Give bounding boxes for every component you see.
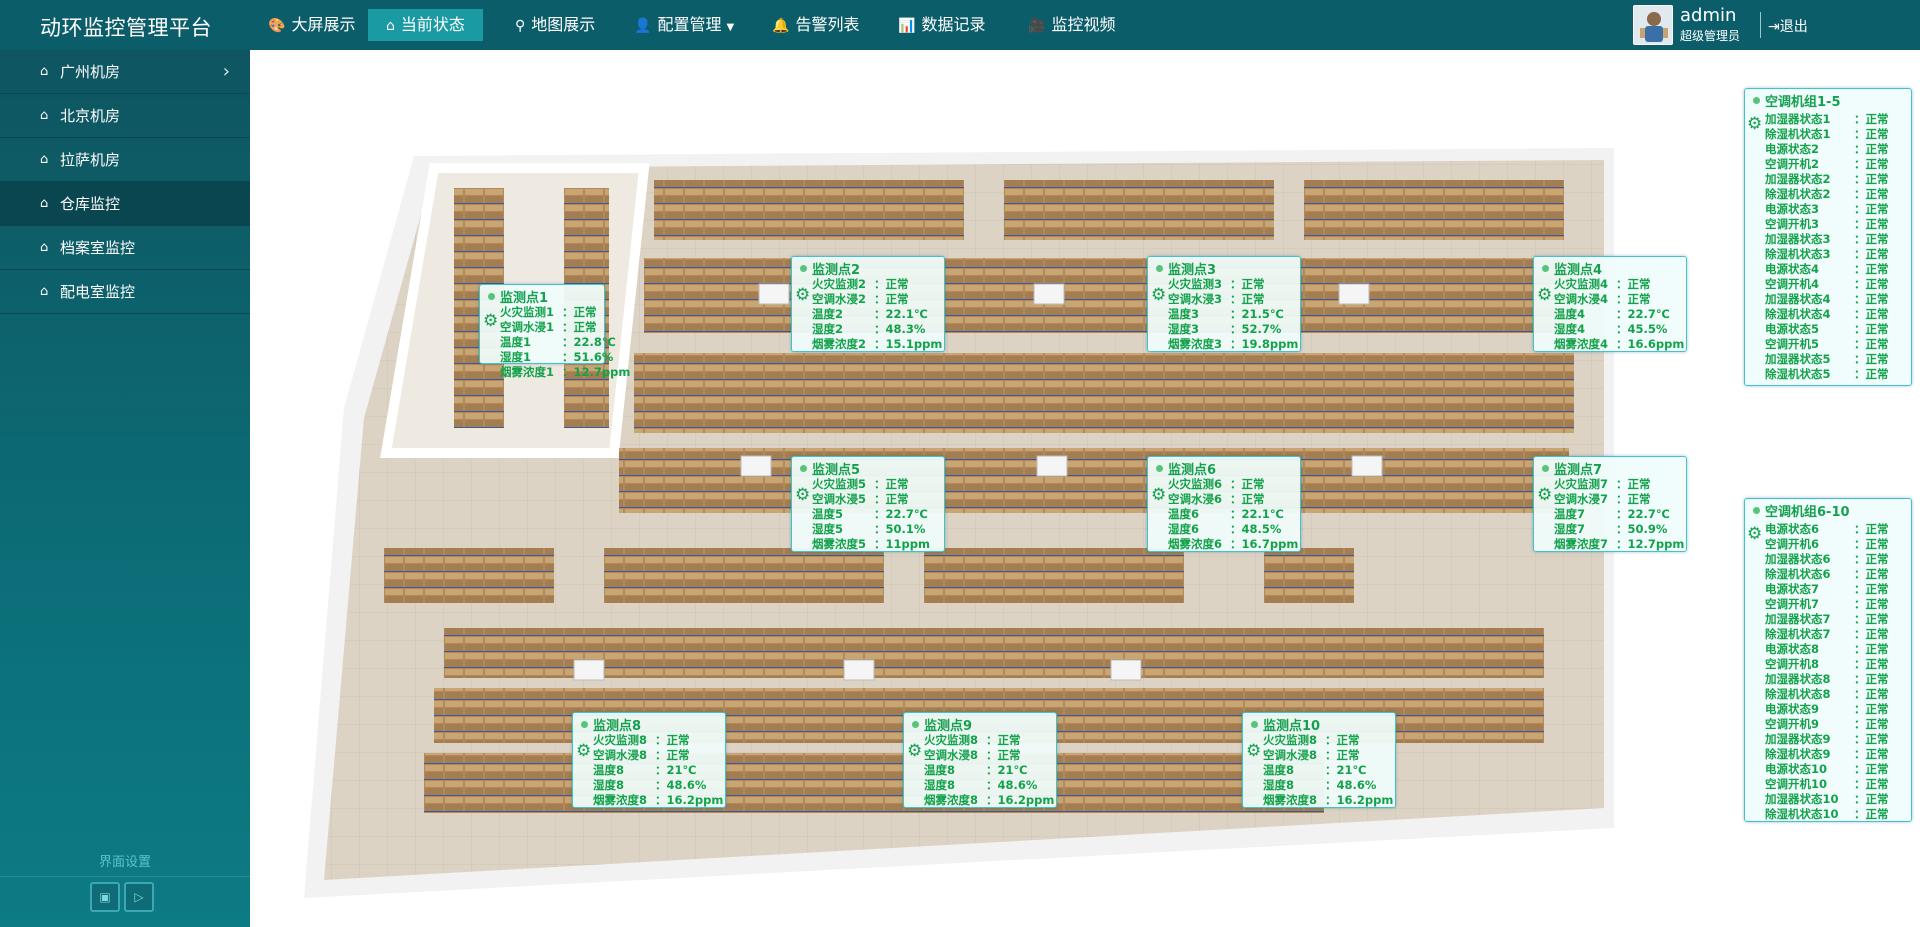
user-area: admin 超级管理员 ⇥退出 [1630,0,1920,50]
home-icon: ⌂ [40,240,49,255]
home-icon: ⌂ [40,152,49,167]
user-role: 超级管理员 [1680,29,1741,43]
alarm-icon: 🔔 [772,18,790,34]
status-dot [1753,97,1760,104]
top-navbar: 动环监控管理平台 🎨 大屏展示 ⌂ 当前状态 ⚲ 地图展示 👤 配置管理 ▼ 🔔 告警列表… [0,0,1920,50]
nav-config[interactable]: 👤 配置管理 ▼ [616,9,752,41]
point-readings: 火灾监测7 ：正常 空调水浸7 ：正常 温度7 ：22.7℃ 湿度7 ：50.9% 烟雾… [1554,477,1685,551]
nav-dashboard[interactable]: 🎨 大屏展示 [250,9,373,41]
play-icon: ▷ [134,890,144,904]
point-readings: 火灾监测8 ：正常 空调水浸8 ：正常 温度8 ：21℃ 湿度8 ：48.6% 烟雾浓度… [1263,733,1394,807]
user-name: admin [1680,5,1737,26]
home-icon: ⌂ [40,108,49,123]
gear-icon[interactable]: ⚙ [907,741,922,761]
home-icon: ⌂ [40,196,49,211]
gear-icon[interactable]: ⚙ [1246,741,1261,761]
monitor-point-10[interactable]: 监测点10 ⚙ 火灾监测8 ：正常 空调水浸8 ：正常 温度8 ：21℃ 湿度8 ：48… [1242,712,1396,808]
sidebar-item-archive[interactable]: ⌂ 档案室监控 [0,226,250,270]
gear-icon[interactable]: ⚙ [1151,485,1166,505]
monitor-point-8[interactable]: 监测点8 ⚙ 火灾监测8 ：正常 空调水浸8 ：正常 温度8 ：21℃ 湿度8 ：48.… [572,712,726,808]
status-dot [1251,721,1258,728]
gear-icon[interactable]: ⚙ [483,311,498,331]
camera-icon: 🎥 [1028,18,1046,34]
sidebar: ⌂ 广州机房 › ⌂ 北京机房 ⌂ 拉萨机房 ⌂ 仓库监控 ⌂ 档案室监控 ⌂ 配电室监控 界… [0,50,250,927]
status-dot [800,265,807,272]
group-readings: 电源状态6 ：正常 空调开机6 ：正常 加湿器状态6 ：正常 除湿机状态6 ：正常 电源… [1765,522,1889,821]
point-readings: 火灾监测8 ：正常 空调水浸8 ：正常 温度8 ：21℃ 湿度8 ：48.6% 烟雾浓度… [924,733,1055,807]
sidebar-item-power-room[interactable]: ⌂ 配电室监控 [0,270,250,314]
play-settings-button[interactable]: ▷ [124,882,154,912]
chart-icon: 📊 [898,18,916,34]
monitor-point-2[interactable]: 监测点2 ⚙ 火灾监测2 ：正常 空调水浸2 ：正常 温度2 ：22.1℃ 湿度2 ：4… [791,256,945,352]
monitor-point-5[interactable]: 监测点5 ⚙ 火灾监测5 ：正常 空调水浸5 ：正常 温度5 ：22.7℃ 湿度5 ：5… [791,456,945,552]
point-readings: 火灾监测2 ：正常 空调水浸2 ：正常 温度2 ：22.1℃ 湿度2 ：48.3% 烟雾… [812,277,943,351]
gear-icon[interactable]: ⚙ [795,485,810,505]
chevron-right-icon: › [222,61,230,82]
nav-current-status[interactable]: ⌂ 当前状态 [368,9,483,41]
status-dot [1156,465,1163,472]
monitor-point-7[interactable]: 监测点7 ⚙ 火灾监测7 ：正常 空调水浸7 ：正常 温度7 ：22.7℃ 湿度7 ：5… [1533,456,1687,552]
home-icon: ⌂ [40,64,49,79]
status-dot [581,721,588,728]
gear-icon[interactable]: ⚙ [1537,285,1552,305]
monitor-point-9[interactable]: 监测点9 ⚙ 火灾监测8 ：正常 空调水浸8 ：正常 温度8 ：21℃ 湿度8 ：48.… [903,712,1057,808]
divider [1760,12,1761,38]
monitor-point-1[interactable]: 监测点1 ⚙ 火灾监测1 ：正常 空调水浸1 ：正常 温度1 ：22.8℃ 湿度1 ：5… [479,284,630,379]
point-readings: 火灾监测3 ：正常 空调水浸3 ：正常 温度3 ：21.5℃ 湿度3 ：52.7% 烟雾… [1168,277,1299,351]
monitor-icon: ▣ [99,890,111,904]
chevron-down-icon: ▼ [726,22,735,33]
status-dot [1753,507,1760,514]
main-content: 监测点1 ⚙ 火灾监测1 ：正常 空调水浸1 ：正常 温度1 ：22.8℃ 湿度1 ：5… [250,50,1920,927]
gear-icon[interactable]: ⚙ [1151,285,1166,305]
sidebar-item-warehouse[interactable]: ⌂ 仓库监控 [0,182,250,226]
point-readings: 火灾监测4 ：正常 空调水浸4 ：正常 温度4 ：22.7℃ 湿度4 ：45.5% 烟雾… [1554,277,1685,351]
interface-settings-label: 界面设置 [98,855,151,870]
gear-icon[interactable]: ⚙ [1747,114,1762,134]
avatar[interactable] [1633,5,1673,45]
nav-video[interactable]: 🎥 监控视频 [1010,9,1133,41]
map-pin-icon: ⚲ [515,18,526,34]
point-readings: 火灾监测8 ：正常 空调水浸8 ：正常 温度8 ：21℃ 湿度8 ：48.6% 烟雾浓度… [593,733,724,807]
point-readings: 火灾监测5 ：正常 空调水浸5 ：正常 温度5 ：22.7℃ 湿度5 ：50.1% 烟雾… [812,477,930,551]
status-dot [1542,465,1549,472]
user-config-icon: 👤 [634,18,652,34]
sidebar-item-beijing[interactable]: ⌂ 北京机房 [0,94,250,138]
monitor-point-3[interactable]: 监测点3 ⚙ 火灾监测3 ：正常 空调水浸3 ：正常 温度3 ：21.5℃ 湿度3 ：5… [1147,256,1301,352]
point-readings: 火灾监测1 ：正常 空调水浸1 ：正常 温度1 ：22.8℃ 湿度1 ：51.6% 烟雾… [500,305,631,379]
gear-icon[interactable]: ⚙ [795,285,810,305]
ac-group-1-5[interactable]: 空调机组1-5 ⚙ 加湿器状态1 ：正常 除湿机状态1 ：正常 电源状态2 ：正常 空… [1744,88,1912,386]
monitor-point-6[interactable]: 监测点6 ⚙ 火灾监测6 ：正常 空调水浸6 ：正常 温度6 ：22.1℃ 湿度6 ：4… [1147,456,1301,552]
status-dot [1156,265,1163,272]
home-icon: ⌂ [40,284,49,299]
home-icon: ⌂ [386,18,395,34]
status-dot [912,721,919,728]
monitor-point-4[interactable]: 监测点4 ⚙ 火灾监测4 ：正常 空调水浸4 ：正常 温度4 ：22.7℃ 湿度4 ：4… [1533,256,1687,352]
nav-alarm-list[interactable]: 🔔 告警列表 [754,9,877,41]
status-dot [800,465,807,472]
nav-map[interactable]: ⚲ 地图展示 [497,9,613,41]
gear-icon[interactable]: ⚙ [576,741,591,761]
point-readings: 火灾监测6 ：正常 空调水浸6 ：正常 温度6 ：22.1℃ 湿度6 ：48.5% 烟雾… [1168,477,1299,551]
group-readings: 加湿器状态1 ：正常 除湿机状态1 ：正常 电源状态2 ：正常 空调开机2 ：正常 加湿… [1765,112,1889,381]
gear-icon[interactable]: ⚙ [1537,485,1552,505]
sidebar-item-lhasa[interactable]: ⌂ 拉萨机房 [0,138,250,182]
logout-button[interactable]: ⇥退出 [1768,16,1808,36]
logout-icon: ⇥ [1768,19,1780,35]
gear-icon[interactable]: ⚙ [1747,524,1762,544]
app-title: 动环监控管理平台 [40,16,212,40]
palette-icon: 🎨 [268,18,286,34]
ac-group-6-10[interactable]: 空调机组6-10 ⚙ 电源状态6 ：正常 空调开机6 ：正常 加湿器状态6 ：正常 除… [1744,498,1912,822]
divider [0,876,250,877]
status-dot [1542,265,1549,272]
sidebar-item-guangzhou[interactable]: ⌂ 广州机房 › [0,50,250,94]
status-dot [488,293,495,300]
nav-data-records[interactable]: 📊 数据记录 [880,9,1003,41]
screen-settings-button[interactable]: ▣ [90,882,120,912]
